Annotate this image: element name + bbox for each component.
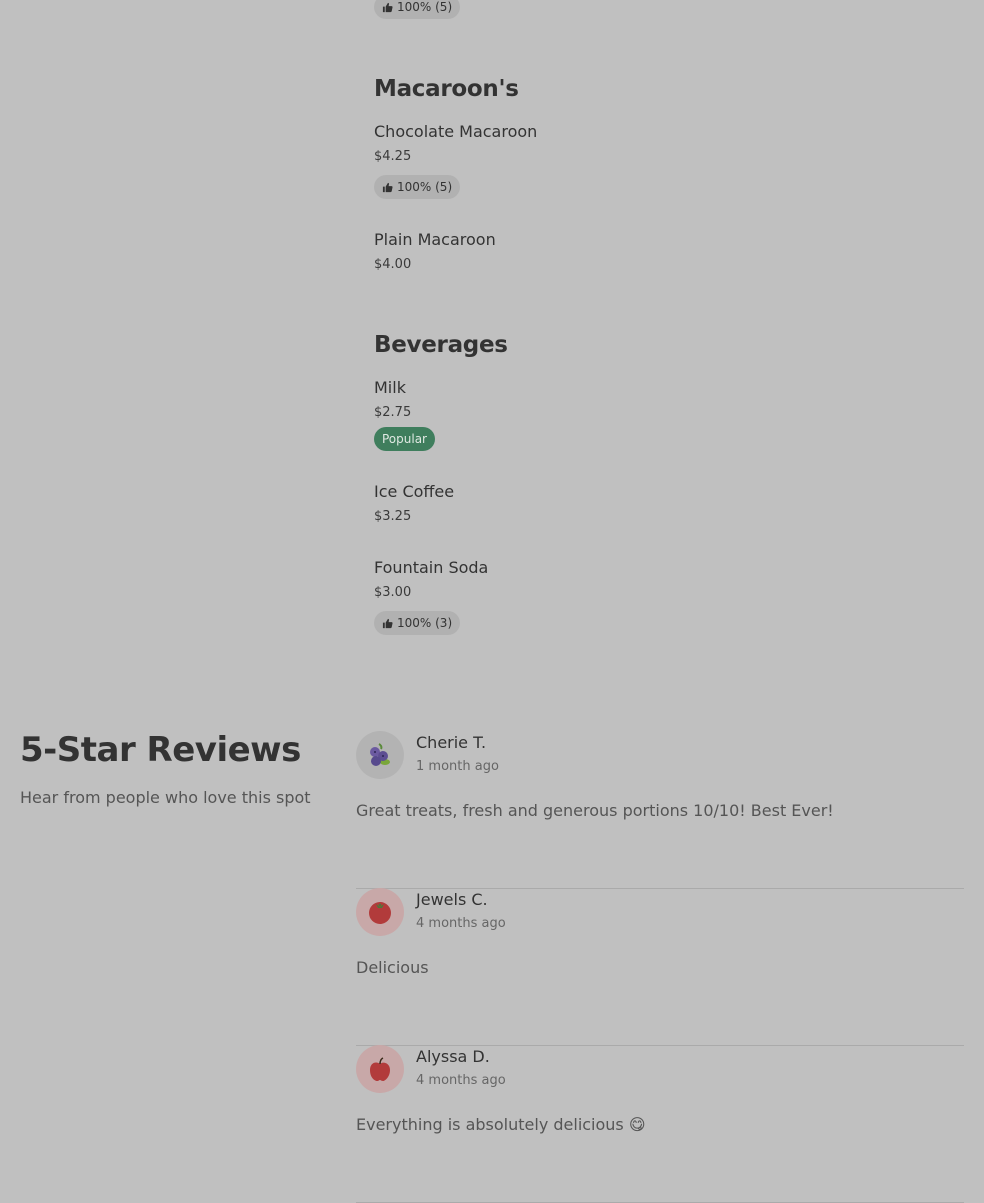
menu-item-price: $4.00 — [374, 257, 412, 272]
rating-pill: 100% (5) — [374, 175, 461, 199]
review-card: Jewels C. 4 months ago Delicious — [356, 888, 964, 1046]
menu-item-price: $3.25 — [374, 509, 412, 524]
rating-text: 100% (3) — [397, 616, 453, 630]
review-time: 4 months ago — [416, 916, 506, 931]
category-title-macaroons: Macaroon's — [374, 76, 519, 102]
rating-text: 100% (5) — [397, 180, 453, 194]
reviewer-name[interactable]: Jewels C. — [416, 890, 488, 909]
tomato-icon — [369, 902, 391, 924]
reviewer-name[interactable]: Alyssa D. — [416, 1047, 490, 1066]
avatar — [356, 731, 404, 779]
review-text: Everything is absolutely delicious 😋 — [356, 1115, 646, 1134]
reviews-heading: 5-Star Reviews — [20, 730, 301, 770]
menu-item-name[interactable]: Fountain Soda — [374, 558, 488, 577]
menu-item-name[interactable]: Chocolate Macaroon — [374, 122, 537, 141]
review-text: Great treats, fresh and generous portion… — [356, 801, 834, 820]
blueberries-icon — [370, 743, 390, 766]
avatar — [356, 1045, 404, 1093]
review-time: 1 month ago — [416, 759, 499, 774]
popular-badge: Popular — [374, 427, 435, 451]
category-title-beverages: Beverages — [374, 332, 508, 358]
rating-text: 100% (5) — [397, 0, 453, 14]
rating-pill: 100% (5) — [374, 0, 461, 19]
menu-item-price: $2.75 — [374, 405, 412, 420]
menu-item-name[interactable]: Plain Macaroon — [374, 230, 496, 249]
reviewer-name[interactable]: Cherie T. — [416, 733, 486, 752]
avatar — [356, 888, 404, 936]
menu-item-name[interactable]: Ice Coffee — [374, 482, 454, 501]
menu-item-price: $3.00 — [374, 585, 412, 600]
review-card: Alyssa D. 4 months ago Everything is abs… — [356, 1045, 964, 1203]
rating-pill: 100% (3) — [374, 611, 461, 635]
review-time: 4 months ago — [416, 1073, 506, 1088]
thumbs-up-icon — [382, 182, 393, 192]
menu-item-name[interactable]: Milk — [374, 378, 406, 397]
review-card: Cherie T. 1 month ago Great treats, fres… — [356, 731, 964, 889]
menu-item-price: $4.25 — [374, 149, 412, 164]
review-text: Delicious — [356, 958, 429, 977]
apple-icon — [370, 1057, 390, 1081]
thumbs-up-icon — [382, 2, 393, 12]
reviews-subheading: Hear from people who love this spot — [20, 788, 311, 807]
thumbs-up-icon — [382, 618, 393, 628]
